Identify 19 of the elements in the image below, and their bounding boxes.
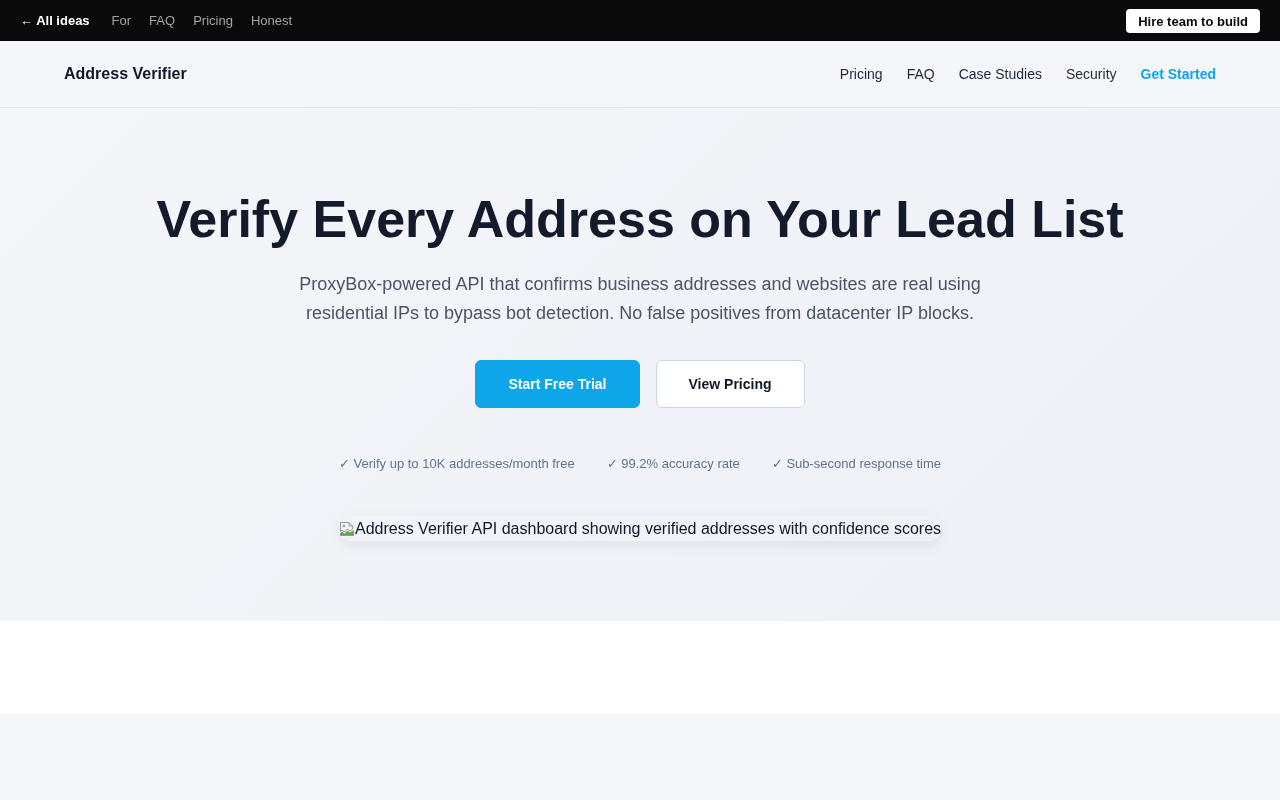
image-alt-text: Address Verifier API dashboard showing verified addresses with confidence scores: [354, 519, 942, 538]
hero-title: Verify Every Address on Your Lead List: [156, 189, 1124, 250]
top-nav-link[interactable]: Pricing: [193, 13, 233, 28]
hero-subtitle: ProxyBox-powered API that confirms business addresses and websites are real using residential IPs to bypass bot detection. No false positives from datacenter IP blocks.: [298, 273, 982, 325]
all-ideas-link[interactable]: ← All ideas: [20, 13, 90, 28]
feature-item: ✓ Verify up to 10K addresses/month free: [338, 456, 575, 472]
nav-link[interactable]: Case Studies: [958, 66, 1042, 82]
feature-item: ✓ 99.2% accuracy rate: [606, 456, 740, 472]
broken-image-icon: [338, 520, 355, 537]
top-nav-link[interactable]: FAQ: [149, 13, 176, 28]
nav-link[interactable]: Pricing: [839, 66, 883, 82]
nav-link[interactable]: Security: [1065, 66, 1117, 82]
hire-team-button[interactable]: Hire team to build: [1126, 8, 1260, 33]
top-nav-link[interactable]: For: [111, 13, 132, 28]
brand-name: Address Verifier: [64, 65, 187, 83]
feature-item: ✓ Sub-second response time: [771, 456, 942, 472]
view-pricing-button[interactable]: View Pricing: [655, 360, 805, 408]
top-nav-link[interactable]: Honest: [250, 13, 293, 28]
nav-link[interactable]: FAQ: [906, 66, 935, 82]
